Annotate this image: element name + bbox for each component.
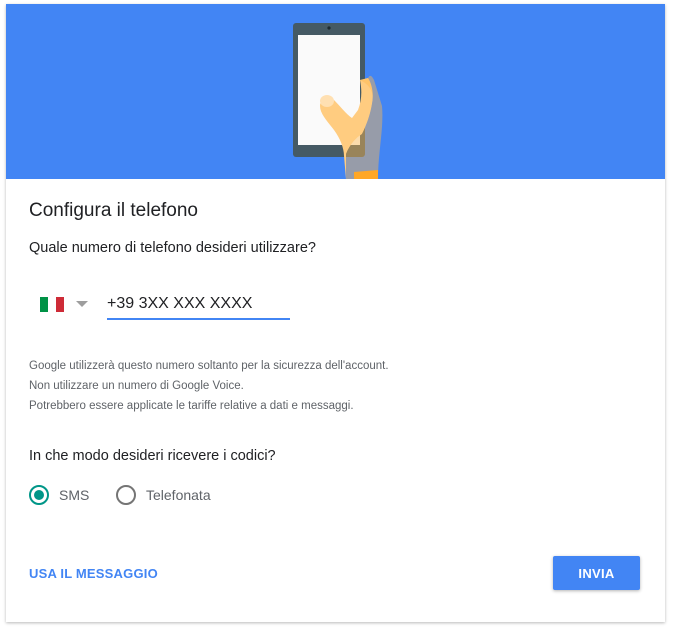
page-title: Configura il telefono [29,200,198,221]
setup-phone-card: Configura il telefono Quale numero di te… [6,4,665,622]
help-line: Potrebbero essere applicate le tariffe r… [29,400,354,412]
phone-number-input[interactable] [107,290,290,320]
radio-label: SMS [59,487,90,503]
radio-label: Telefonata [146,487,211,503]
phone-question-label: Quale numero di telefono desideri utiliz… [29,240,316,256]
delivery-method-question: In che modo desideri ricevere i codici? [29,448,276,464]
radio-phone-call[interactable]: Telefonata [116,484,211,506]
header-banner [6,4,665,179]
help-line: Google utilizzerà questo numero soltanto… [29,360,389,372]
send-button[interactable]: INVIA [553,556,640,590]
chevron-down-icon [76,301,88,307]
country-code-dropdown[interactable] [40,294,90,316]
phone-in-hand-illustration [293,23,383,179]
italy-flag-icon [40,297,64,312]
radio-sms[interactable]: SMS [29,484,89,506]
use-message-button[interactable]: USA IL MESSAGGIO [29,566,158,581]
help-line: Non utilizzare un numero di Google Voice… [29,380,244,392]
help-text: Google utilizzerà questo numero soltanto… [29,356,389,416]
radio-unchecked-icon [116,485,136,505]
radio-checked-icon [29,485,49,505]
